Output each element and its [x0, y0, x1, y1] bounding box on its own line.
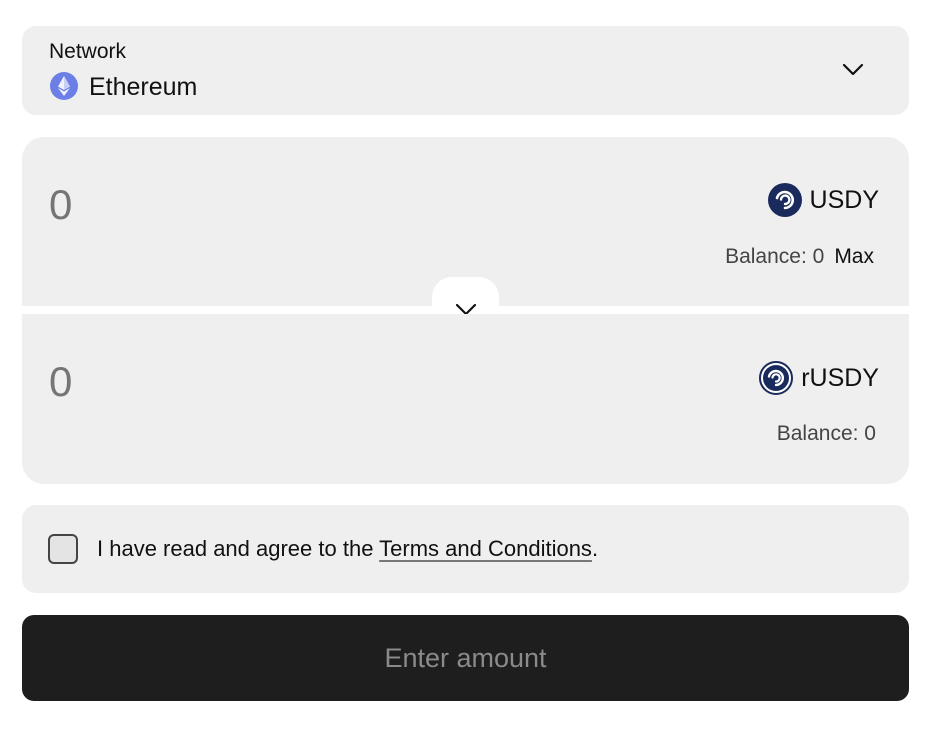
to-balance-row: Balance: 0: [777, 422, 876, 446]
chevron-down-icon: [842, 63, 864, 76]
network-value: Ethereum: [89, 73, 198, 101]
to-token-name: rUSDY: [801, 363, 879, 392]
from-amount-input[interactable]: [49, 181, 369, 229]
to-amount-input[interactable]: [49, 358, 369, 406]
rusdy-token-icon: [759, 361, 794, 395]
to-balance: Balance: 0: [776, 422, 876, 445]
from-balance-row: Balance: 0 Max: [725, 245, 874, 269]
terms-text: I have read and agree to the Terms and C…: [97, 536, 598, 562]
terms-checkbox[interactable]: [48, 534, 78, 564]
enter-amount-button[interactable]: Enter amount: [22, 615, 909, 701]
swap-widget: Network Ethereum USDY Balance: 0 Max: [0, 0, 936, 756]
from-token-name: USDY: [809, 185, 879, 214]
terms-suffix: .: [591, 536, 599, 561]
network-label: Network: [49, 40, 127, 63]
terms-link[interactable]: Terms and Conditions: [379, 536, 592, 561]
max-button[interactable]: Max: [834, 245, 874, 269]
terms-prefix: I have read and agree to the: [97, 536, 380, 561]
network-selector[interactable]: Network Ethereum: [22, 26, 909, 115]
terms-row: I have read and agree to the Terms and C…: [22, 505, 909, 593]
from-balance: Balance: 0: [725, 245, 825, 268]
from-token: USDY: [767, 181, 879, 219]
to-token: rUSDY: [759, 359, 879, 397]
to-panel: rUSDY Balance: 0: [22, 314, 909, 484]
ethereum-icon: [50, 72, 78, 100]
usdy-token-icon: [767, 183, 802, 217]
